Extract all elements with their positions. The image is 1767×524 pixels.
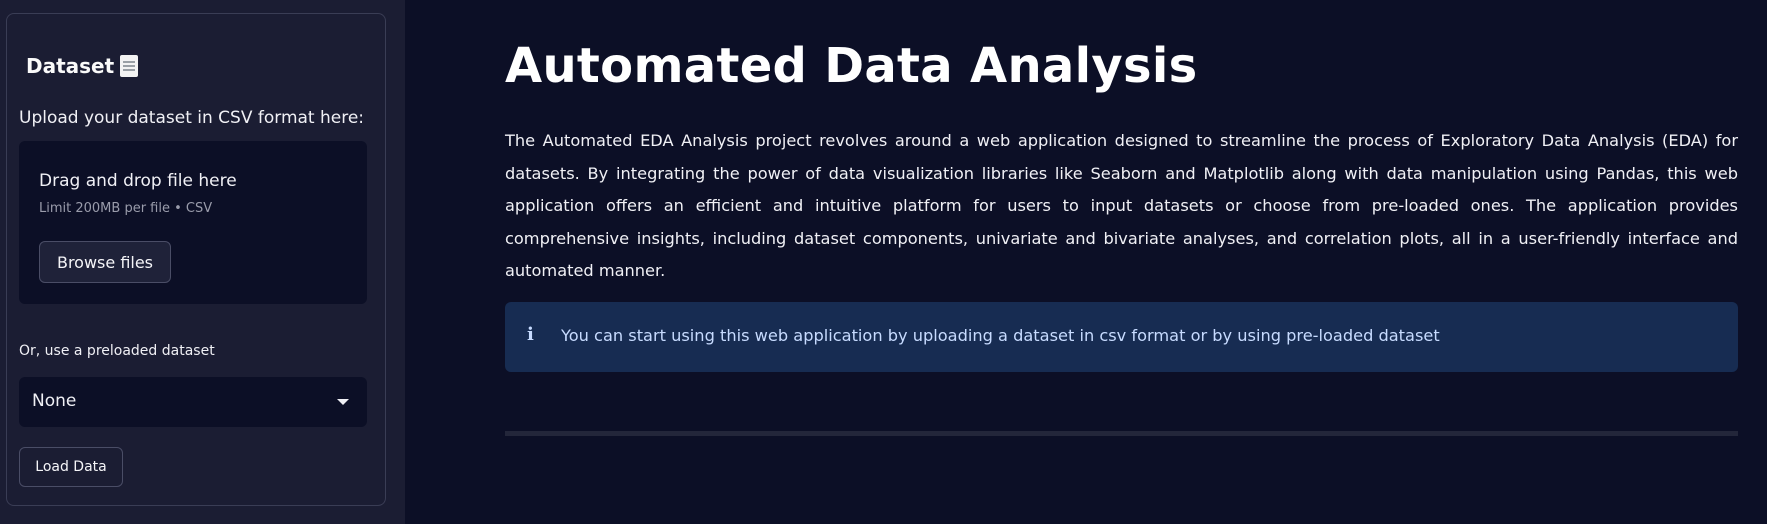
info-alert: i You can start using this web applicati… — [505, 302, 1738, 372]
load-data-button[interactable]: Load Data — [19, 447, 123, 487]
document-icon — [120, 55, 139, 77]
info-icon: i — [527, 324, 534, 345]
app-root: Dataset Upload your dataset in CSV forma… — [0, 0, 1767, 524]
preload-label: Or, use a preloaded dataset — [19, 343, 215, 359]
file-dropzone[interactable]: Drag and drop file here Limit 200MB per … — [19, 141, 367, 304]
sidebar-title-text: Dataset — [26, 54, 115, 78]
dropzone-main-text: Drag and drop file here — [39, 171, 237, 191]
upload-label: Upload your dataset in CSV format here: — [19, 108, 365, 128]
select-value: None — [32, 391, 77, 411]
sidebar: Dataset Upload your dataset in CSV forma… — [0, 0, 405, 524]
sidebar-title: Dataset — [26, 54, 139, 78]
page-title: Automated Data Analysis — [505, 38, 1198, 94]
dropzone-limit-text: Limit 200MB per file • CSV — [39, 201, 213, 216]
divider — [505, 431, 1738, 436]
preloaded-dataset-select[interactable]: None — [19, 377, 367, 427]
page-description: The Automated EDA Analysis project revol… — [505, 131, 1738, 280]
chevron-down-icon[interactable] — [337, 399, 349, 405]
browse-files-button[interactable]: Browse files — [39, 241, 171, 283]
info-alert-text: You can start using this web application… — [561, 326, 1440, 345]
